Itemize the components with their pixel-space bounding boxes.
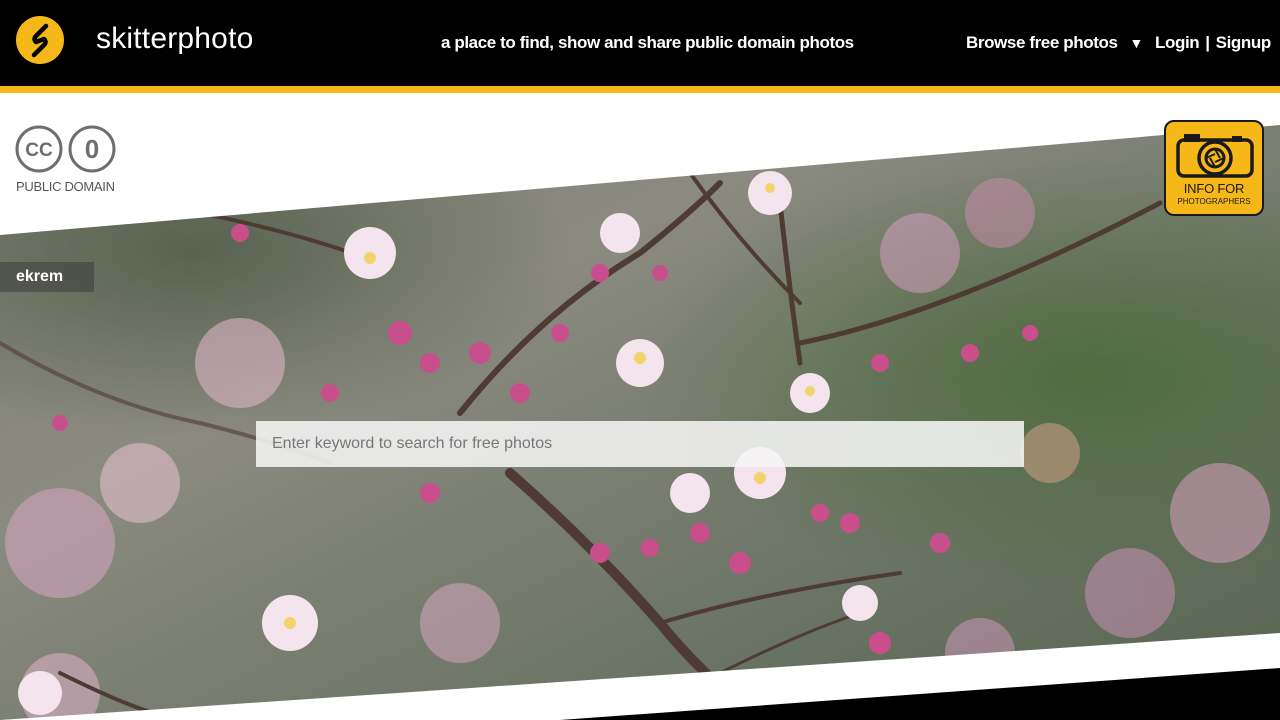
- chevron-down-icon: ▼: [1129, 35, 1144, 51]
- info-for-photographers-button[interactable]: INFO FOR PHOTOGRAPHERS: [1164, 120, 1264, 216]
- auth-separator: |: [1205, 33, 1210, 52]
- signup-link[interactable]: Signup: [1216, 33, 1272, 52]
- browse-photos-menu[interactable]: Browse free photos ▼: [966, 33, 1143, 53]
- hero-photo: [0, 93, 1280, 720]
- camera-icon: [1176, 134, 1254, 178]
- site-header: skitterphoto a place to find, show and s…: [0, 0, 1280, 86]
- header-accent-stripe: [0, 86, 1280, 93]
- zero-text: 0: [85, 134, 99, 164]
- skitterphoto-logo-icon[interactable]: [15, 15, 65, 65]
- cc-text: CC: [25, 140, 53, 161]
- site-tagline: a place to find, show and share public d…: [441, 33, 854, 52]
- public-domain-label: PUBLIC DOMAIN: [16, 179, 115, 194]
- hero-section: CC 0 PUBLIC DOMAIN INFO FOR PHOTOGRAPHER…: [0, 93, 1280, 720]
- site-name[interactable]: skitterphoto: [96, 22, 253, 56]
- auth-links: Login | Signup: [1155, 33, 1271, 53]
- photo-author-link[interactable]: ekrem: [0, 262, 94, 292]
- info-label-line1: INFO FOR: [1183, 181, 1245, 196]
- cc0-public-domain-icon[interactable]: CC 0: [15, 125, 117, 175]
- login-link[interactable]: Login: [1155, 33, 1200, 52]
- search-input[interactable]: [256, 421, 1024, 467]
- browse-photos-label: Browse free photos: [966, 33, 1118, 52]
- info-label-line2: PHOTOGRAPHERS: [1177, 197, 1251, 206]
